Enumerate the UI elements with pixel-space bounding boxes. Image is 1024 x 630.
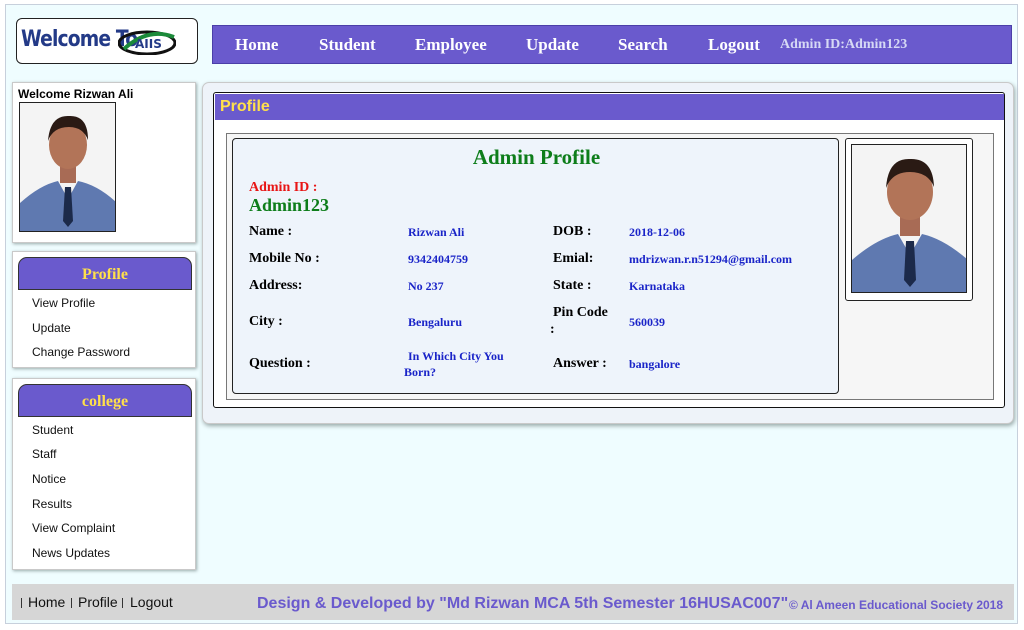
profile-menu-title: Profile [18, 257, 192, 290]
footer-logout-link[interactable]: Logout [130, 594, 173, 610]
nav-student-link[interactable]: Student [319, 35, 376, 55]
admin-id-display: Admin ID:Admin123 [780, 36, 908, 52]
profile-section: Profile Admin Profile Admin ID : Admin12… [213, 92, 1005, 408]
state-value: Karnataka [629, 279, 686, 293]
menu-item-notice[interactable]: Notice [32, 472, 66, 486]
city-label: City : [249, 314, 283, 329]
menu-item-student[interactable]: Student [32, 423, 73, 437]
address-value: No 237 [408, 279, 444, 293]
name-label: Name : [249, 224, 293, 239]
menu-item-staff[interactable]: Staff [32, 447, 56, 461]
dob-value: 2018-12-06 [629, 225, 685, 239]
footer-home-link[interactable]: Home [28, 594, 65, 610]
dob-label: DOB : [553, 224, 592, 239]
nav-search-link[interactable]: Search [618, 35, 668, 55]
admin-details-card: Admin Profile Admin ID : Admin123 Name :… [232, 138, 839, 394]
state-label: State : [553, 278, 592, 293]
college-menu-panel: college Student Staff Notice Results Vie… [12, 378, 196, 570]
footer-separator [122, 598, 123, 608]
welcome-text: Welcome Rizwan Ali [18, 87, 134, 101]
admin-id-label: Admin ID : [249, 180, 318, 195]
menu-item-update[interactable]: Update [32, 321, 71, 335]
nav-home-link[interactable]: Home [235, 35, 278, 55]
footer-separator [21, 598, 22, 608]
footer-profile-link[interactable]: Profile [78, 594, 118, 610]
mobile-label: Mobile No : [249, 251, 320, 266]
site-logo[interactable]: Welcome To AIIS [16, 18, 198, 64]
question-value-line2: Born? [404, 365, 437, 379]
card-title: Admin Profile [472, 145, 601, 169]
profile-photo-card [845, 138, 973, 301]
menu-item-news-updates[interactable]: News Updates [32, 546, 110, 560]
college-menu-title: college [18, 384, 192, 417]
pin-code-value: 560039 [629, 315, 665, 329]
logo-brand-text: AIIS [135, 37, 162, 51]
menu-item-view-profile[interactable]: View Profile [32, 296, 95, 310]
name-value: Rizwan Ali [408, 225, 465, 239]
top-navigation: Home Student Employee Update Search Logo… [212, 25, 1012, 64]
answer-label: Answer : [553, 356, 607, 371]
question-label: Question : [249, 356, 311, 371]
footer: Home Profile Logout Design & Developed b… [12, 584, 1014, 620]
email-label: Emial: [553, 251, 594, 266]
mobile-value: 9342404759 [408, 252, 468, 266]
profile-portrait-icon [852, 145, 966, 292]
nav-update-link[interactable]: Update [526, 35, 579, 55]
main-content-panel: Profile Admin Profile Admin ID : Admin12… [202, 82, 1014, 424]
developer-credit: Design & Developed by "Md Rizwan MCA 5th… [257, 595, 789, 612]
menu-item-view-complaint[interactable]: View Complaint [32, 521, 115, 535]
profile-menu-panel: Profile View Profile Update Change Passw… [12, 251, 196, 368]
email-value: mdrizwan.r.n51294@gmail.com [629, 252, 793, 266]
city-value: Bengaluru [408, 315, 463, 329]
answer-value: bangalore [629, 357, 681, 371]
pin-code-colon: : [550, 322, 555, 337]
profile-photo [851, 144, 967, 293]
copyright-text: © Al Ameen Educational Society 2018 [789, 598, 1004, 612]
profile-content: Admin Profile Admin ID : Admin123 Name :… [226, 133, 994, 400]
welcome-panel: Welcome Rizwan Ali [12, 82, 196, 243]
user-avatar [19, 102, 116, 232]
pin-code-label: Pin Code [553, 305, 608, 320]
menu-item-results[interactable]: Results [32, 497, 72, 511]
aiis-logo-icon: AIIS [118, 30, 176, 55]
nav-logout-link[interactable]: Logout [708, 35, 760, 55]
footer-separator [71, 598, 72, 608]
nav-employee-link[interactable]: Employee [415, 35, 487, 55]
question-value-line1: In Which City You [408, 349, 504, 363]
admin-id-value: Admin123 [249, 195, 330, 215]
address-label: Address: [249, 278, 303, 293]
menu-item-change-password[interactable]: Change Password [32, 345, 130, 359]
user-portrait-icon [20, 103, 115, 231]
section-title-bar: Profile [215, 94, 1004, 120]
